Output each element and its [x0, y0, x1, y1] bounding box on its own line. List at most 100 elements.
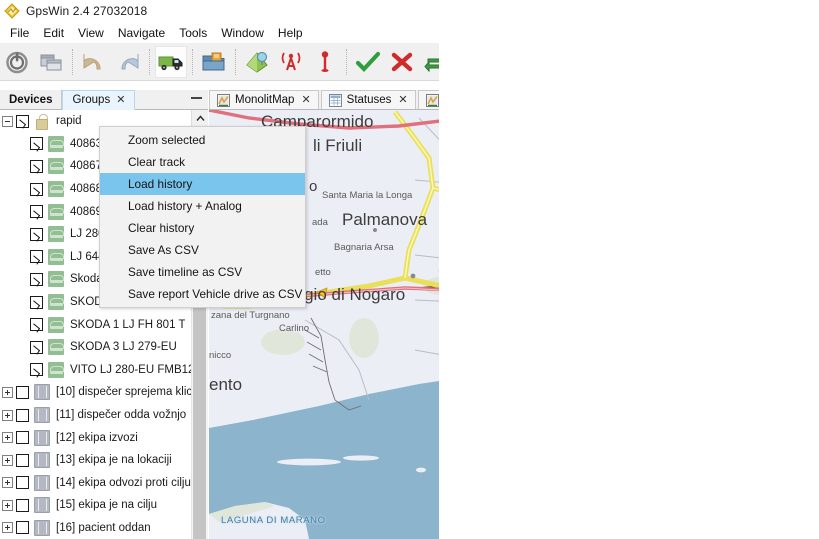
cross-icon[interactable] [386, 46, 418, 78]
expand-icon[interactable] [2, 454, 13, 466]
ctx-clear-history[interactable]: Clear history [100, 217, 305, 239]
tree-row[interactable]: VITO LJ 280-EU FMB120 [0, 359, 191, 382]
tree-row-label: 40863 [70, 137, 102, 150]
row-checkbox[interactable] [30, 137, 43, 151]
context-menu-item-label: Load history [128, 177, 193, 191]
power-icon[interactable] [1, 46, 33, 78]
status-group-icon [34, 474, 50, 491]
vehicle-icon [48, 158, 64, 175]
row-checkbox[interactable] [30, 182, 43, 196]
check-icon[interactable] [352, 46, 384, 78]
ctx-save-as-csv[interactable]: Save As CSV [100, 239, 305, 261]
left-panel-tabstrip: Devices Groups ✕ [0, 90, 208, 110]
tree-row[interactable]: [16] pacient oddan [0, 517, 191, 539]
close-icon[interactable]: ✕ [301, 94, 310, 106]
context-menu-item-label: Clear track [128, 155, 186, 169]
tab-monolitmap[interactable]: MonolitMap ✕ [209, 90, 319, 109]
close-icon[interactable]: ✕ [116, 94, 125, 106]
status-group-icon [34, 407, 50, 424]
expand-icon[interactable] [2, 432, 13, 444]
chevron-up-icon[interactable] [191, 110, 208, 127]
row-checkbox[interactable] [16, 453, 29, 467]
map-doc-icon [217, 93, 230, 107]
menu-help[interactable]: Help [271, 24, 310, 42]
truck-icon[interactable] [155, 45, 187, 78]
menu-view[interactable]: View [71, 24, 111, 42]
row-checkbox[interactable] [16, 114, 29, 128]
tree-row[interactable]: [10] dispečer sprejema klic [0, 381, 191, 404]
antenna-icon[interactable] [275, 46, 307, 78]
ctx-load-history-analog[interactable]: Load history + Analog [100, 195, 305, 217]
window-title: GpsWin 2.4 27032018 [26, 3, 148, 18]
tab-statuses[interactable]: Statuses ✕ [320, 90, 416, 109]
undo-arrow-icon[interactable] [78, 46, 110, 78]
left-panel-tabstrip-filler [135, 90, 208, 109]
toolbar-separator [149, 48, 150, 75]
vehicle-icon [48, 203, 64, 220]
menu-tools[interactable]: Tools [172, 24, 214, 42]
tree-row-label: [10] dispečer sprejema klic [56, 386, 191, 399]
folder-open-icon[interactable] [198, 46, 230, 78]
expand-icon[interactable] [2, 522, 13, 534]
tree-row[interactable]: [14] ekipa odvozi proti cilju [0, 472, 191, 495]
expand-icon[interactable] [2, 499, 13, 511]
application-window: GpsWin 2.4 27032018 File Edit View Navig… [0, 0, 819, 539]
ctx-save-report-csv[interactable]: Save report Vehicle drive as CSV [100, 283, 305, 305]
redo-arrow-icon[interactable] [112, 46, 144, 78]
tree-row-label: VITO LJ 280-EU FMB120 [70, 363, 191, 376]
expand-icon[interactable] [2, 386, 13, 398]
tree-row-label: [15] ekipa je na cilju [56, 499, 158, 512]
expand-icon[interactable] [2, 409, 13, 421]
expander-placeholder [16, 342, 27, 353]
row-checkbox[interactable] [30, 295, 43, 309]
tree-row[interactable]: [12] ekipa izvozi [0, 426, 191, 449]
row-checkbox[interactable] [30, 272, 43, 286]
row-checkbox[interactable] [16, 521, 29, 535]
tree-row[interactable]: [13] ekipa je na lokaciji [0, 449, 191, 472]
collapse-icon[interactable] [2, 115, 13, 127]
gpswin-diamond-icon [4, 2, 20, 19]
tree-row[interactable]: ŠKODA 1 LJ FH 801 T [0, 313, 191, 336]
ctx-save-timeline-csv[interactable]: Save timeline as CSV [100, 261, 305, 283]
pin-icon[interactable] [309, 46, 341, 78]
menu-file[interactable]: File [3, 24, 36, 42]
row-checkbox[interactable] [30, 227, 43, 241]
tab-groups[interactable]: Groups ✕ [62, 90, 136, 110]
tab-devices[interactable]: Devices [0, 90, 63, 109]
vehicle-icon [48, 135, 64, 152]
row-checkbox[interactable] [16, 408, 29, 422]
row-checkbox[interactable] [16, 498, 29, 512]
expander-placeholder [16, 274, 27, 285]
tree-row-label: 40868 [70, 183, 102, 196]
vehicle-icon [48, 271, 64, 288]
row-checkbox[interactable] [30, 159, 43, 173]
menu-edit[interactable]: Edit [36, 24, 71, 42]
row-checkbox[interactable] [16, 385, 29, 399]
ctx-clear-track[interactable]: Clear track [100, 151, 305, 173]
menu-navigate[interactable]: Navigate [111, 24, 172, 42]
ctx-load-history[interactable]: Load history [100, 173, 305, 195]
ctx-zoom-selected[interactable]: Zoom selected [100, 129, 305, 151]
expander-placeholder [16, 297, 27, 308]
menu-window[interactable]: Window [214, 24, 271, 42]
row-checkbox[interactable] [30, 205, 43, 219]
context-menu-item-label: Clear history [128, 221, 195, 235]
tree-row[interactable]: [15] ekipa je na cilju [0, 494, 191, 517]
map-marker-icon[interactable] [241, 46, 273, 78]
tree-row[interactable]: [11] dispečer odda vožnjo [0, 404, 191, 427]
expander-placeholder [16, 319, 27, 330]
minimize-icon[interactable] [191, 97, 202, 99]
row-checkbox[interactable] [30, 340, 43, 354]
row-checkbox[interactable] [30, 250, 43, 264]
expand-icon[interactable] [2, 477, 13, 489]
row-checkbox[interactable] [30, 363, 43, 377]
close-icon[interactable]: ✕ [398, 94, 407, 106]
tree-row[interactable]: ŠKODA 3 LJ 279-EU [0, 336, 191, 359]
row-checkbox[interactable] [30, 318, 43, 332]
vehicle-icon [48, 361, 64, 378]
windows-cascade-icon[interactable] [35, 46, 67, 78]
row-checkbox[interactable] [16, 476, 29, 490]
tree-row-label: 40867 [70, 160, 102, 173]
row-checkbox[interactable] [16, 431, 29, 445]
expander-placeholder [16, 184, 27, 195]
